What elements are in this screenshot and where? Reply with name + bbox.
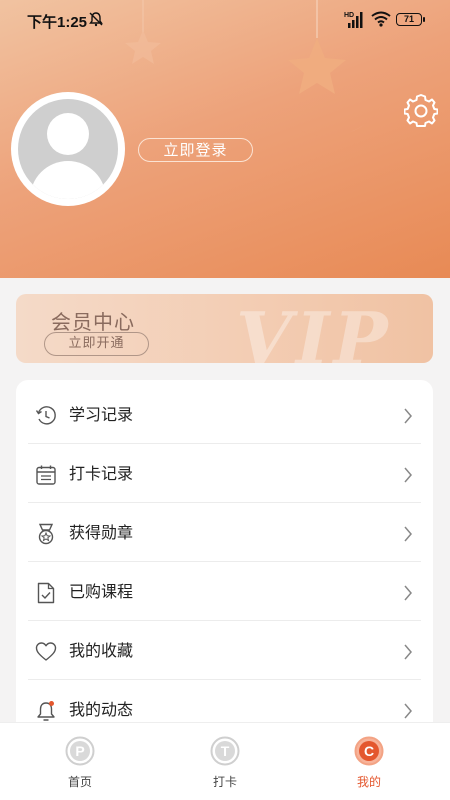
- vip-open-button[interactable]: 立即开通: [44, 332, 149, 356]
- menu-item-checkin-records[interactable]: 打卡记录: [28, 444, 421, 503]
- nav-label: 我的: [356, 775, 381, 789]
- chevron-right-icon: [404, 408, 412, 424]
- menu-item-label: 打卡记录: [69, 464, 134, 483]
- chevron-right-icon: [404, 644, 412, 660]
- status-bar: 下午1:25 HD 71: [0, 0, 450, 40]
- status-time: 下午1:25: [27, 14, 88, 31]
- wifi-icon: [371, 11, 391, 27]
- menu-item-label: 获得勋章: [69, 523, 134, 542]
- chevron-right-icon: [404, 467, 412, 483]
- medal-icon: [38, 523, 54, 545]
- vip-watermark: VIP: [236, 296, 392, 363]
- signal-icon: HD: [344, 12, 363, 28]
- chevron-right-icon: [404, 526, 412, 542]
- checkin-icon: T: [210, 736, 240, 766]
- menu-item-study-records[interactable]: 学习记录: [28, 385, 421, 444]
- menu-item-label: 学习记录: [69, 405, 134, 424]
- menu-list: 学习记录 打卡记录 获得勋章 已购课程 我的收藏 我的动态: [16, 380, 433, 740]
- menu-item-label: 我的收藏: [69, 641, 134, 660]
- menu-item-medals[interactable]: 获得勋章: [28, 503, 421, 562]
- document-check-icon: [37, 582, 55, 604]
- battery-indicator: 71: [396, 13, 425, 26]
- vip-card[interactable]: VIP 会员中心 立即开通: [16, 294, 433, 363]
- menu-item-label: 我的动态: [69, 700, 134, 719]
- avatar-head: [47, 113, 89, 155]
- avatar-body: [30, 161, 106, 199]
- profile-header: 下午1:25 HD 71 立即登录: [0, 0, 450, 278]
- menu-item-favorites[interactable]: 我的收藏: [28, 621, 421, 680]
- bottom-nav: P 首页 T 打卡 C 我的: [0, 722, 450, 800]
- nav-home[interactable]: P 首页: [5, 723, 155, 800]
- profile-tab-icon: C: [354, 736, 384, 766]
- menu-item-purchased-courses[interactable]: 已购课程: [28, 562, 421, 621]
- mine-glyph: C: [364, 743, 374, 759]
- nav-mine[interactable]: C 我的: [294, 723, 444, 800]
- avatar[interactable]: [11, 92, 125, 206]
- home-icon: P: [65, 736, 95, 766]
- mute-bell-icon: [89, 12, 103, 27]
- clock-history-icon: [35, 406, 56, 425]
- chevron-right-icon: [404, 703, 412, 719]
- heart-icon: [35, 642, 57, 661]
- login-button[interactable]: 立即登录: [138, 138, 253, 162]
- vip-title: 会员中心: [51, 310, 135, 334]
- gear-icon[interactable]: [404, 94, 438, 128]
- checkin-glyph: T: [221, 743, 230, 759]
- network-label: HD: [344, 12, 354, 19]
- menu-item-label: 已购课程: [69, 582, 134, 601]
- bell-icon: [37, 701, 55, 721]
- chevron-right-icon: [404, 585, 412, 601]
- home-glyph: P: [75, 743, 84, 759]
- nav-label: 打卡: [212, 775, 237, 789]
- nav-checkin[interactable]: T 打卡: [150, 723, 300, 800]
- avatar-placeholder: [18, 99, 118, 199]
- nav-label: 首页: [67, 775, 92, 789]
- calendar-icon: [36, 465, 56, 485]
